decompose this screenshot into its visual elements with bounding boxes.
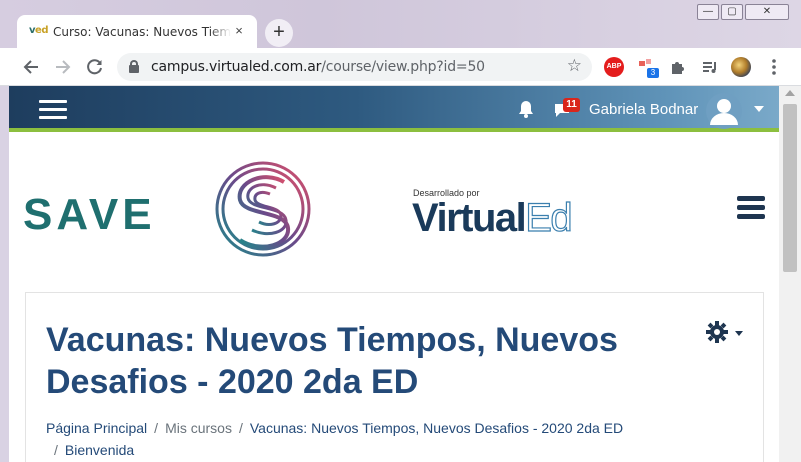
address-bar[interactable]: campus.virtualed.com.ar/course/view.php?…	[117, 53, 592, 81]
adblock-icon[interactable]: ABP	[604, 57, 624, 77]
site-navbar: 11 Gabriela Bodnar	[9, 86, 779, 132]
scroll-up-arrow-icon[interactable]	[785, 90, 795, 96]
back-arrow-icon[interactable]	[20, 56, 42, 78]
breadcrumb-separator: /	[54, 442, 58, 458]
tab-title: Curso: Vacunas: Nuevos Tiempos, Nuevos D…	[53, 24, 231, 39]
site-header: SAVE Desarrollado por VirtualEd	[9, 136, 779, 286]
extension-icon[interactable]: 3	[637, 57, 659, 78]
new-tab-button[interactable]: +	[265, 19, 293, 47]
breadcrumb-separator: /	[238, 420, 243, 436]
bell-icon[interactable]	[517, 99, 535, 119]
browser-titlebar: ved Curso: Vacunas: Nuevos Tiempos, Nuev…	[0, 0, 801, 48]
virtualed-logo: VirtualEd	[412, 195, 573, 240]
web-page: 11 Gabriela Bodnar SAVE Desarrollado por…	[9, 86, 779, 462]
kebab-menu-icon[interactable]	[764, 57, 784, 77]
user-name[interactable]: Gabriela Bodnar	[589, 101, 698, 118]
messages-count-badge: 11	[563, 98, 580, 112]
tab-close-icon[interactable]: ×	[231, 23, 247, 39]
user-avatar[interactable]	[706, 93, 742, 129]
browser-toolbar: campus.virtualed.com.ar/course/view.php?…	[0, 48, 801, 86]
close-window-button[interactable]: ✕	[745, 4, 789, 20]
star-icon[interactable]: ☆	[567, 56, 582, 76]
breadcrumb-course[interactable]: Vacunas: Nuevos Tiempos, Nuevos Desafios…	[250, 420, 623, 436]
url-text[interactable]: campus.virtualed.com.ar/course/view.php?…	[151, 59, 485, 75]
breadcrumb-section[interactable]: Bienvenida	[65, 442, 134, 458]
window-controls: — ▢ ✕	[697, 4, 789, 20]
course-header-card: Vacunas: Nuevos Tiempos, Nuevos Desafios…	[25, 292, 764, 462]
user-menu-chevron-down-icon[interactable]	[754, 106, 764, 112]
breadcrumb: Página Principal / Mis cursos / Vacunas: Nue…	[46, 417, 726, 461]
breadcrumb-home[interactable]: Página Principal	[46, 420, 147, 436]
scrollbar-thumb[interactable]	[783, 104, 797, 272]
lock-icon[interactable]	[129, 60, 139, 73]
tab-favicon-icon: ved	[29, 24, 48, 36]
page-title: Vacunas: Nuevos Tiempos, Nuevos Desafios…	[46, 321, 618, 401]
breadcrumb-my-courses[interactable]: Mis cursos	[165, 420, 232, 436]
maximize-button[interactable]: ▢	[721, 4, 743, 20]
page-menu-icon[interactable]	[737, 196, 765, 220]
minimize-button[interactable]: —	[697, 4, 719, 20]
drawer-toggle-icon[interactable]	[39, 100, 67, 120]
forward-arrow-icon[interactable]	[52, 56, 74, 78]
gear-icon[interactable]	[706, 321, 728, 349]
browser-tab-active[interactable]: ved Curso: Vacunas: Nuevos Tiempos, Nuev…	[17, 15, 257, 48]
puzzle-icon[interactable]	[668, 57, 688, 77]
breadcrumb-separator: /	[154, 420, 159, 436]
save-swirl-logo-icon	[214, 160, 312, 258]
media-queue-icon[interactable]	[700, 57, 720, 77]
gear-chevron-down-icon[interactable]	[735, 331, 743, 336]
profile-avatar[interactable]	[731, 57, 751, 77]
extension-badge: 3	[647, 68, 659, 78]
reload-icon[interactable]	[84, 56, 106, 78]
save-logo[interactable]: SAVE	[23, 190, 156, 240]
page-scrollbar[interactable]	[779, 86, 801, 462]
